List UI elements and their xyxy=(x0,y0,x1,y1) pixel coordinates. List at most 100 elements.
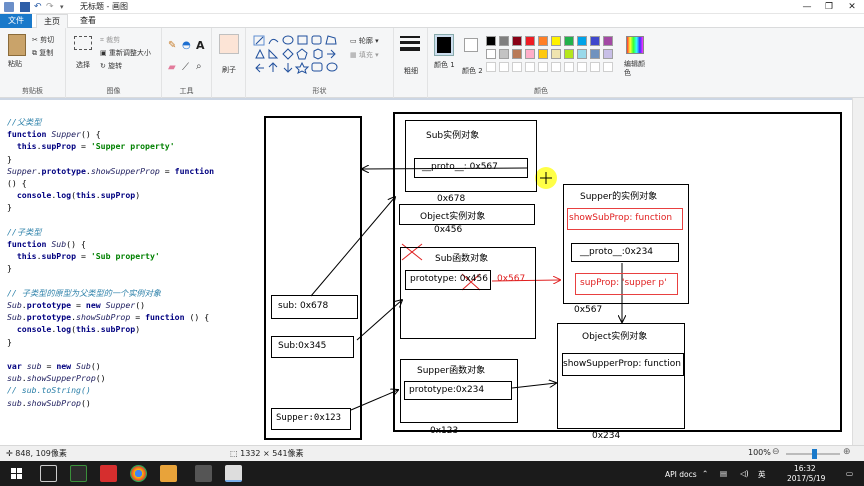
custom-color-slot[interactable] xyxy=(603,62,613,72)
tab-view[interactable]: 查看 xyxy=(72,14,104,28)
drawing-canvas[interactable]: //父类型 function Supper() { this.supProp = … xyxy=(0,100,852,445)
win-pane-3 xyxy=(11,474,16,479)
tab-file[interactable]: 文件 xyxy=(0,14,32,28)
status-bar: ✛ 848, 109像素 ⬚ 1332 × 541像素 100% ⊖ ⊕ xyxy=(0,445,864,461)
custom-color-slot[interactable] xyxy=(538,62,548,72)
file-explorer-icon[interactable] xyxy=(160,465,177,482)
ime-indicator[interactable]: 英 xyxy=(758,469,766,480)
shapes-gallery[interactable] xyxy=(252,34,342,74)
palette-swatch[interactable] xyxy=(512,36,522,46)
custom-color-slot[interactable] xyxy=(577,62,587,72)
palette-swatch[interactable] xyxy=(590,36,600,46)
palette-swatch[interactable] xyxy=(499,49,509,59)
pencil-icon[interactable]: ✎ xyxy=(168,40,176,51)
custom-color-slot[interactable] xyxy=(499,62,509,72)
resize-button[interactable]: ▣ 重新调整大小 xyxy=(100,48,151,58)
crop-button[interactable]: ⌗ 裁剪 xyxy=(100,35,120,45)
palette-swatch[interactable] xyxy=(538,49,548,59)
windows-start-icon[interactable] xyxy=(11,468,23,480)
palette-swatch[interactable] xyxy=(590,49,600,59)
fill-button[interactable]: ▦ 填充 ▾ xyxy=(350,50,379,60)
customize-qat-icon[interactable]: ▾ xyxy=(60,2,70,12)
select-icon[interactable] xyxy=(74,36,92,50)
webstorm-icon[interactable] xyxy=(70,465,87,482)
palette-swatch[interactable] xyxy=(577,36,587,46)
zoom-in-icon[interactable]: ⊕ xyxy=(843,447,851,457)
paste-button[interactable]: 粘贴 xyxy=(8,59,22,69)
tray-chevron-icon[interactable]: ⌃ xyxy=(702,469,708,478)
fill-bucket-icon[interactable]: ◓ xyxy=(182,40,191,51)
media-app-icon[interactable] xyxy=(195,465,212,482)
custom-color-slot[interactable] xyxy=(525,62,535,72)
text-tool-icon[interactable]: A xyxy=(196,39,205,52)
custom-color-slot[interactable] xyxy=(551,62,561,72)
sub-func-title: Sub函数对象 xyxy=(435,254,489,264)
maximize-button[interactable]: ❐ xyxy=(818,0,840,14)
color-picker-icon[interactable]: ⟋ xyxy=(182,62,189,73)
network-icon[interactable]: ▤ xyxy=(720,469,727,478)
showsupper-box: showSupperProp: function xyxy=(562,353,684,376)
custom-color-slot[interactable] xyxy=(512,62,522,72)
palette-swatch[interactable] xyxy=(538,36,548,46)
custom-color-slot[interactable] xyxy=(486,62,496,72)
supper-func-title: Supper函数对象 xyxy=(417,366,486,376)
rotate-button[interactable]: ↻ 旋转 xyxy=(100,61,122,71)
close-button[interactable]: ✕ xyxy=(841,0,863,14)
palette-swatch[interactable] xyxy=(603,49,613,59)
palette-swatch[interactable] xyxy=(525,49,535,59)
brushes-button[interactable]: 刷子 xyxy=(222,65,236,75)
copy-button[interactable]: ⧉ 复制 xyxy=(32,48,53,58)
supprop-box: supProp: 'supper p' xyxy=(575,273,678,295)
redo-icon[interactable]: ↷ xyxy=(46,2,56,12)
sub-instance-title: Sub实例对象 xyxy=(426,131,480,141)
task-view-icon[interactable] xyxy=(40,465,57,482)
custom-color-slot[interactable] xyxy=(564,62,574,72)
shape-right-triangle-icon xyxy=(268,48,279,59)
notification-icon[interactable]: ▭ xyxy=(846,469,853,478)
palette-swatch[interactable] xyxy=(551,36,561,46)
select-button[interactable]: 选择 xyxy=(76,60,90,70)
tab-home[interactable]: 主页 xyxy=(36,14,68,28)
image-size-text: 1332 × 541像素 xyxy=(240,449,304,458)
vertical-scrollbar[interactable] xyxy=(852,98,864,445)
api-docs-label[interactable]: API docs xyxy=(665,470,697,479)
cut-button[interactable]: ✂ 剪切 xyxy=(32,35,54,45)
size-button[interactable]: 粗细 xyxy=(404,66,418,76)
addr-234: 0x234 xyxy=(592,431,621,441)
palette-swatch[interactable] xyxy=(512,49,522,59)
palette-swatch[interactable] xyxy=(525,36,535,46)
xmind-icon[interactable] xyxy=(100,465,117,482)
var-Supper-box: Supper:0x123 xyxy=(271,408,351,430)
size-group: 粗细 xyxy=(394,28,428,98)
palette-swatch[interactable] xyxy=(499,36,509,46)
palette-swatch[interactable] xyxy=(603,36,613,46)
volume-icon[interactable]: ◁) xyxy=(740,469,749,478)
brush-icon[interactable] xyxy=(219,34,239,54)
save-icon[interactable] xyxy=(20,2,30,12)
undo-icon[interactable]: ↶ xyxy=(34,2,44,12)
zoom-slider-thumb[interactable] xyxy=(812,449,817,459)
palette-swatch[interactable] xyxy=(486,36,496,46)
custom-color-slot[interactable] xyxy=(590,62,600,72)
palette-swatch[interactable] xyxy=(577,49,587,59)
edit-colors-button[interactable]: 编辑颜色 xyxy=(624,60,648,78)
clock-time[interactable]: 16:32 xyxy=(794,464,816,473)
chrome-icon[interactable] xyxy=(130,465,147,482)
zoom-out-icon[interactable]: ⊖ xyxy=(772,447,780,457)
clock-date[interactable]: 2017/5/19 xyxy=(787,474,825,483)
edit-colors-icon[interactable] xyxy=(626,36,644,54)
magnifier-icon[interactable]: ⌕ xyxy=(196,61,202,72)
minimize-button[interactable]: — xyxy=(796,0,818,14)
color2-swatch[interactable] xyxy=(464,38,478,52)
sub-func-box: Sub函数对象 xyxy=(400,247,536,339)
paint-app-icon[interactable] xyxy=(4,2,14,12)
eraser-icon[interactable]: ▰ xyxy=(168,62,176,73)
paint-taskbar-icon[interactable] xyxy=(225,465,242,482)
outline-button[interactable]: ▭ 轮廓 ▾ xyxy=(350,36,379,46)
palette-swatch[interactable] xyxy=(564,36,574,46)
palette-swatch[interactable] xyxy=(564,49,574,59)
color1-selector[interactable] xyxy=(434,34,454,56)
palette-swatch[interactable] xyxy=(486,49,496,59)
palette-swatch[interactable] xyxy=(551,49,561,59)
paste-icon[interactable] xyxy=(8,34,26,56)
